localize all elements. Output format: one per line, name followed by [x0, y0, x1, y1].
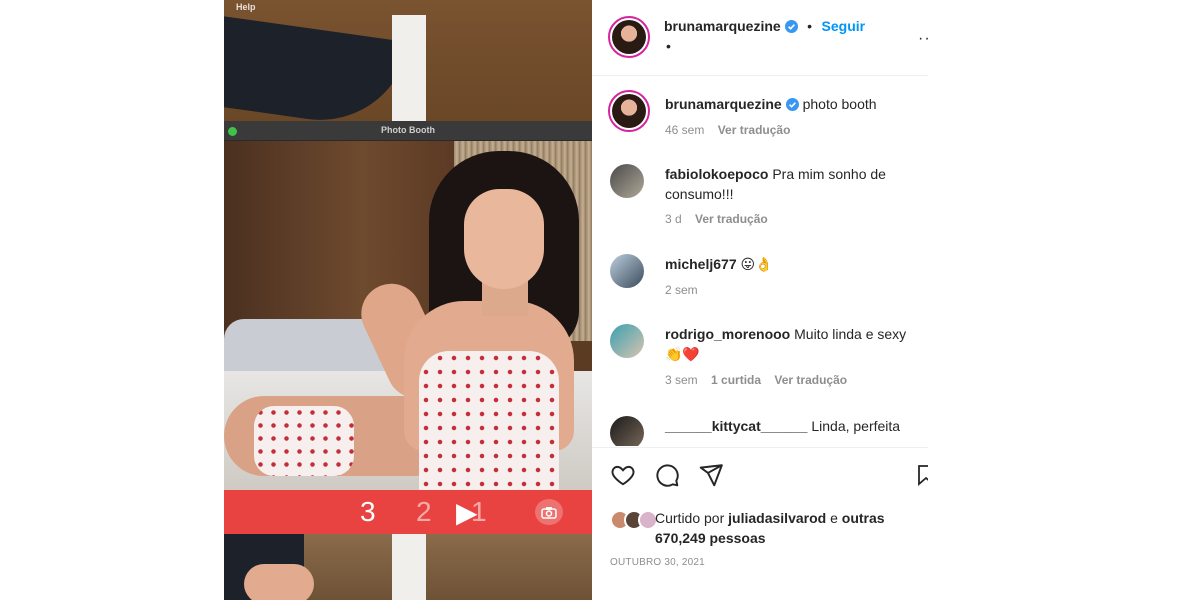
liked-by-username[interactable]: juliadasilvarod: [728, 510, 826, 526]
header-separator: •: [807, 18, 813, 34]
liked-by-text: Curtido por juliadasilvarod e outras 670…: [655, 510, 885, 546]
person-face: [464, 189, 544, 289]
post-panel: brunamarquezine • Seguir • ·· brunamarqu…: [592, 0, 928, 600]
comment-translate-link[interactable]: Ver tradução: [774, 373, 847, 387]
header-dot: •: [666, 38, 671, 54]
caption-username[interactable]: brunamarquezine: [665, 96, 782, 112]
caption-text: photo booth: [802, 96, 877, 112]
menu-help-label: Help: [236, 2, 256, 12]
countdown-2: 2: [416, 496, 432, 527]
screen-bottom-region: [224, 534, 592, 600]
author-avatar[interactable]: [608, 16, 650, 58]
comment-time: 3 d: [665, 212, 682, 226]
author-username[interactable]: brunamarquezine: [664, 18, 781, 34]
comment-bubble-icon[interactable]: [654, 462, 680, 488]
comment-item: fabiolokoepoco Pra mim sonho de consumo!…: [592, 160, 928, 240]
photo-booth-countdown-bar: 3 2 ▶ 1: [224, 490, 592, 534]
save-bookmark-icon[interactable]: [918, 462, 928, 488]
countdown-3: 3: [360, 496, 376, 527]
more-options-icon[interactable]: ··: [918, 30, 928, 48]
countdown-1: 1: [471, 496, 487, 527]
photo-booth-titlebar: Photo Booth: [224, 121, 592, 141]
commenter-username[interactable]: ______kittycat______: [665, 418, 807, 434]
comment-item: rodrigo_morenooo Muito linda e sexy 👏❤️ …: [592, 320, 928, 400]
post-header: brunamarquezine • Seguir • ··: [592, 0, 928, 76]
post-actions: Curtido por juliadasilvarod e outras 670…: [592, 447, 928, 600]
caption-avatar[interactable]: [608, 90, 650, 132]
commenter-avatar[interactable]: [610, 416, 644, 446]
share-send-icon[interactable]: [698, 462, 724, 488]
like-heart-icon[interactable]: [610, 462, 636, 488]
commenter-username[interactable]: rodrigo_morenooo: [665, 326, 790, 342]
comment-text: Linda, perfeita: [811, 418, 901, 434]
commenter-username[interactable]: michelj677: [665, 256, 737, 272]
screen-top-region: Help: [224, 0, 592, 121]
commenter-username[interactable]: fabiolokoepoco: [665, 166, 768, 182]
commenter-avatar[interactable]: [610, 324, 644, 358]
comment-item: ______kittycat______ Linda, perfeita: [592, 410, 928, 446]
comment-translate-link[interactable]: Ver tradução: [695, 212, 768, 226]
camera-icon: [535, 499, 563, 525]
caption-time: 46 sem: [665, 123, 705, 137]
photo-booth-camera-view: [224, 141, 592, 490]
verified-badge-icon: [784, 20, 798, 38]
commenter-avatar[interactable]: [610, 254, 644, 288]
comment-time: 3 sem: [665, 373, 698, 387]
commenter-avatar[interactable]: [610, 164, 644, 198]
post-date[interactable]: OUTUBRO 30, 2021: [610, 557, 705, 568]
post-media[interactable]: Help Photo Booth 3 2 ▶ 1: [224, 0, 592, 600]
comment-likes[interactable]: 1 curtida: [711, 373, 761, 387]
caption: brunamarquezine photo booth 46 sem Ver t…: [592, 90, 928, 150]
verified-badge-icon: [785, 96, 799, 116]
comment-text: 😛👌: [740, 256, 773, 272]
follow-button[interactable]: Seguir: [822, 18, 866, 34]
caption-translate-link[interactable]: Ver tradução: [718, 123, 791, 137]
photo-booth-title: Photo Booth: [381, 125, 435, 135]
comment-item: michelj677 😛👌 2 sem: [592, 250, 928, 310]
comment-time: 2 sem: [665, 283, 698, 297]
